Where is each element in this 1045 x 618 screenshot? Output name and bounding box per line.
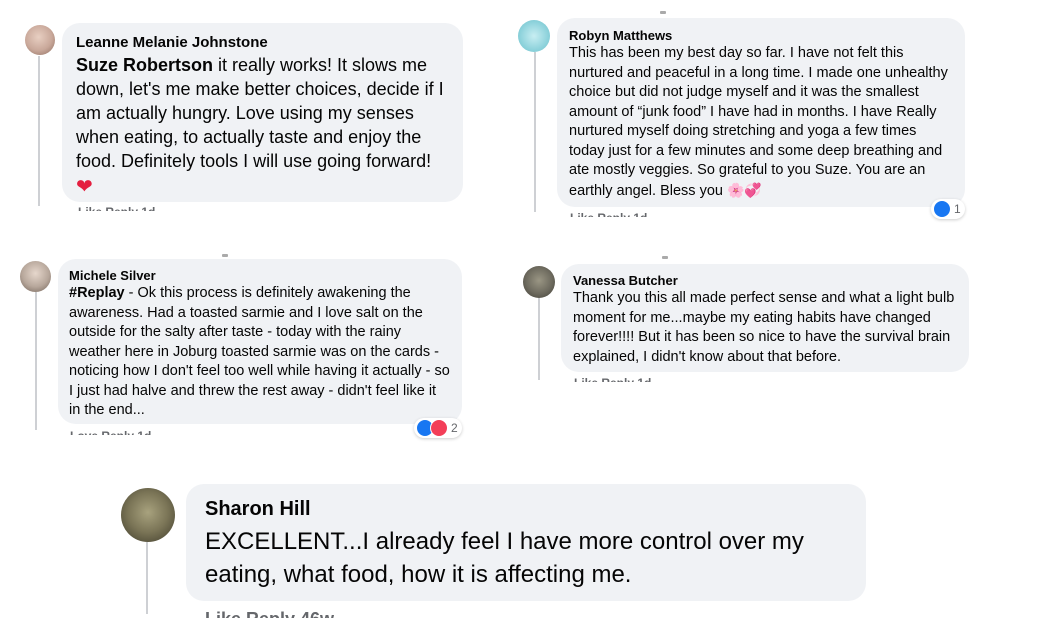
comment-bubble: Leanne Melanie Johnstone Suze Robertson … <box>62 23 463 202</box>
divider-mark <box>660 11 666 14</box>
reaction-count: 2 <box>451 421 458 435</box>
avatar[interactable] <box>20 261 51 292</box>
comment-body: - Ok this process is definitely awakenin… <box>69 285 450 418</box>
comment-body: Thank you this all made perfect sense an… <box>573 290 955 365</box>
comment-actions[interactable]: Love Reply 1d <box>70 429 170 435</box>
thread-line <box>534 52 536 212</box>
love-icon <box>430 419 448 437</box>
comment-text: #Replay - Ok this process is definitely … <box>69 284 451 421</box>
comment-author[interactable]: Leanne Melanie Johnstone <box>76 34 449 51</box>
emoji: 🌸💞 <box>726 181 762 198</box>
comment-bubble: Michele Silver #Replay - Ok this process… <box>58 259 462 424</box>
mention-link[interactable]: Suze Robertson <box>76 55 213 75</box>
heart-emoji: ❤ <box>76 176 93 198</box>
comment-text: Suze Robertson it really works! It slows… <box>76 53 449 199</box>
comment-body: EXCELLENT...I already feel I have more c… <box>205 528 804 588</box>
thread-line <box>146 542 148 614</box>
avatar[interactable] <box>121 488 175 542</box>
divider-mark <box>222 254 228 257</box>
comment-bubble: Vanessa Butcher Thank you this all made … <box>561 264 969 372</box>
comment-text: EXCELLENT...I already feel I have more c… <box>205 525 847 591</box>
comment-actions[interactable]: Like Reply 46w <box>205 609 375 618</box>
hashtag-link[interactable]: #Replay <box>69 285 125 301</box>
like-icon <box>933 200 951 218</box>
comment-author[interactable]: Michele Silver <box>69 268 451 283</box>
avatar[interactable] <box>523 266 555 298</box>
reaction-summary[interactable]: 1 <box>931 199 965 219</box>
comment-author[interactable]: Vanessa Butcher <box>573 273 957 288</box>
comment-bubble: Robyn Matthews This has been my best day… <box>557 18 965 207</box>
avatar[interactable] <box>518 20 550 52</box>
thread-line <box>35 292 37 430</box>
comment-author[interactable]: Robyn Matthews <box>569 28 953 43</box>
avatar[interactable] <box>25 25 55 55</box>
comment-actions[interactable]: Like Reply 1d <box>78 205 188 211</box>
reaction-count: 1 <box>954 202 961 216</box>
thread-line <box>38 56 40 206</box>
divider-mark <box>662 256 668 259</box>
comment-text: This has been my best day so far. I have… <box>569 44 953 201</box>
thread-line <box>538 298 540 380</box>
comment-text: Thank you this all made perfect sense an… <box>573 289 957 367</box>
comment-actions[interactable]: Like Reply 1d <box>570 211 710 217</box>
comment-body: This has been my best day so far. I have… <box>569 45 948 199</box>
comment-actions[interactable]: Like Reply 1d <box>574 376 674 382</box>
comment-bubble: Sharon Hill EXCELLENT...I already feel I… <box>186 484 866 601</box>
reaction-summary[interactable]: 2 <box>414 418 462 438</box>
comment-author[interactable]: Sharon Hill <box>205 498 847 521</box>
